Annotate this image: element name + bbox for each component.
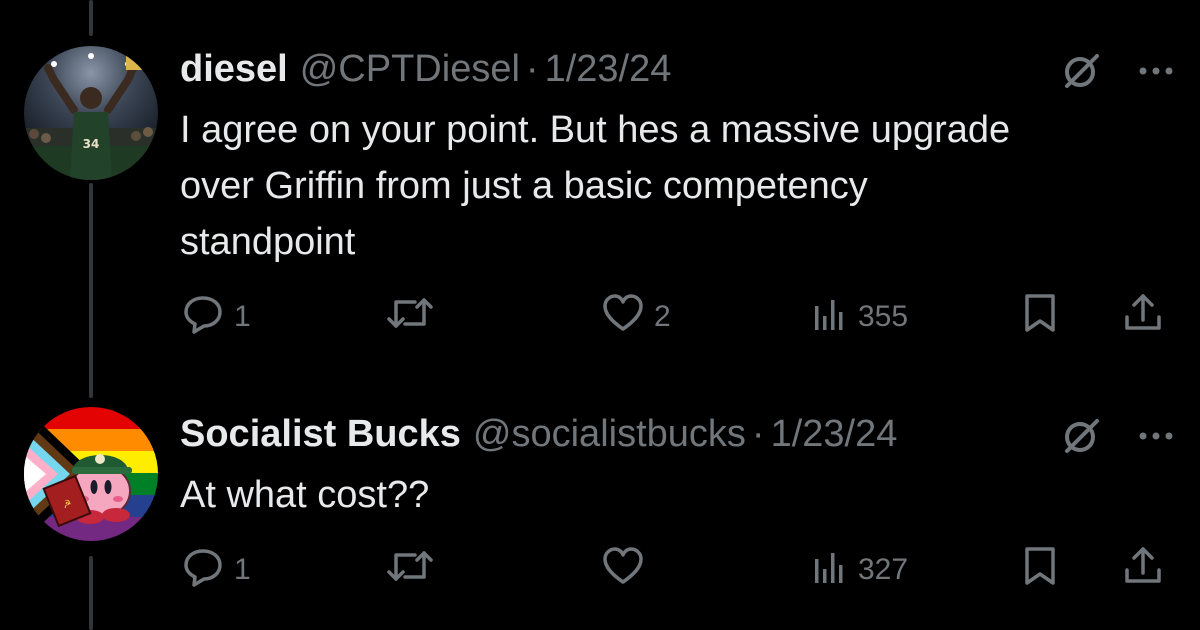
retweet-button[interactable] — [385, 543, 443, 597]
tweet-text-line: standpoint — [180, 221, 356, 263]
display-name[interactable]: Socialist Bucks — [180, 413, 461, 456]
share-icon — [1120, 543, 1166, 597]
share-icon — [1120, 290, 1166, 344]
thread-line — [89, 183, 93, 398]
like-count: 2 — [654, 300, 671, 333]
share-button[interactable] — [1120, 290, 1166, 344]
heart-icon — [600, 290, 646, 344]
bookmark-button[interactable] — [1020, 290, 1060, 344]
separator-dot: · — [525, 47, 539, 90]
tweet-date[interactable]: 1/23/24 — [545, 48, 672, 91]
avatar[interactable]: 34 — [24, 46, 158, 180]
reply-button[interactable]: 1 — [180, 543, 251, 597]
views-count: 327 — [858, 553, 909, 586]
views-icon — [810, 290, 850, 344]
like-button[interactable]: 2 — [600, 290, 671, 344]
heart-icon — [600, 543, 646, 597]
views-count: 355 — [858, 300, 909, 333]
grok-icon[interactable] — [1060, 50, 1102, 97]
grok-icon[interactable] — [1060, 415, 1102, 462]
action-bar: 1 327 — [180, 543, 1180, 593]
tweet-header: diesel @CPTDiesel · 1/23/24 — [180, 43, 671, 95]
bookmark-icon — [1020, 290, 1060, 344]
separator-dot: · — [751, 412, 765, 455]
tweet-text-line: At what cost?? — [180, 474, 430, 516]
thread-line — [89, 0, 93, 36]
reply-icon — [180, 290, 226, 344]
bookmark-icon — [1020, 543, 1060, 597]
tweet-text-line: over Griffin from just a basic competenc… — [180, 165, 868, 207]
views-button[interactable]: 327 — [810, 543, 908, 597]
header-icons — [1060, 50, 1174, 97]
reply-icon — [180, 543, 226, 597]
retweet-button[interactable] — [385, 290, 443, 344]
user-handle[interactable]: @CPTDiesel — [300, 48, 520, 91]
like-button[interactable] — [600, 543, 654, 597]
user-handle[interactable]: @socialistbucks — [473, 413, 746, 456]
avatar[interactable]: ☭ — [24, 407, 158, 541]
share-button[interactable] — [1120, 543, 1166, 597]
svg-text:34: 34 — [83, 137, 100, 151]
tweet-text: I agree on your point. But hes a massive… — [180, 102, 1170, 270]
views-icon — [810, 543, 850, 597]
views-button[interactable]: 355 — [810, 290, 908, 344]
reply-count: 1 — [234, 300, 251, 333]
more-icon[interactable] — [1138, 429, 1174, 448]
reply-count: 1 — [234, 553, 251, 586]
more-icon[interactable] — [1138, 64, 1174, 83]
bookmark-button[interactable] — [1020, 543, 1060, 597]
tweet-text: At what cost?? — [180, 467, 1170, 523]
tweet-date[interactable]: 1/23/24 — [771, 413, 898, 456]
retweet-icon — [385, 543, 435, 597]
header-icons — [1060, 415, 1174, 462]
tweet-text-line: I agree on your point. But hes a massive… — [180, 109, 1011, 151]
retweet-icon — [385, 290, 435, 344]
display-name[interactable]: diesel — [180, 48, 288, 91]
thread-line — [89, 556, 93, 630]
tweet-header: Socialist Bucks @socialistbucks · 1/23/2… — [180, 408, 897, 460]
reply-button[interactable]: 1 — [180, 290, 251, 344]
action-bar: 1 2 355 — [180, 290, 1180, 340]
